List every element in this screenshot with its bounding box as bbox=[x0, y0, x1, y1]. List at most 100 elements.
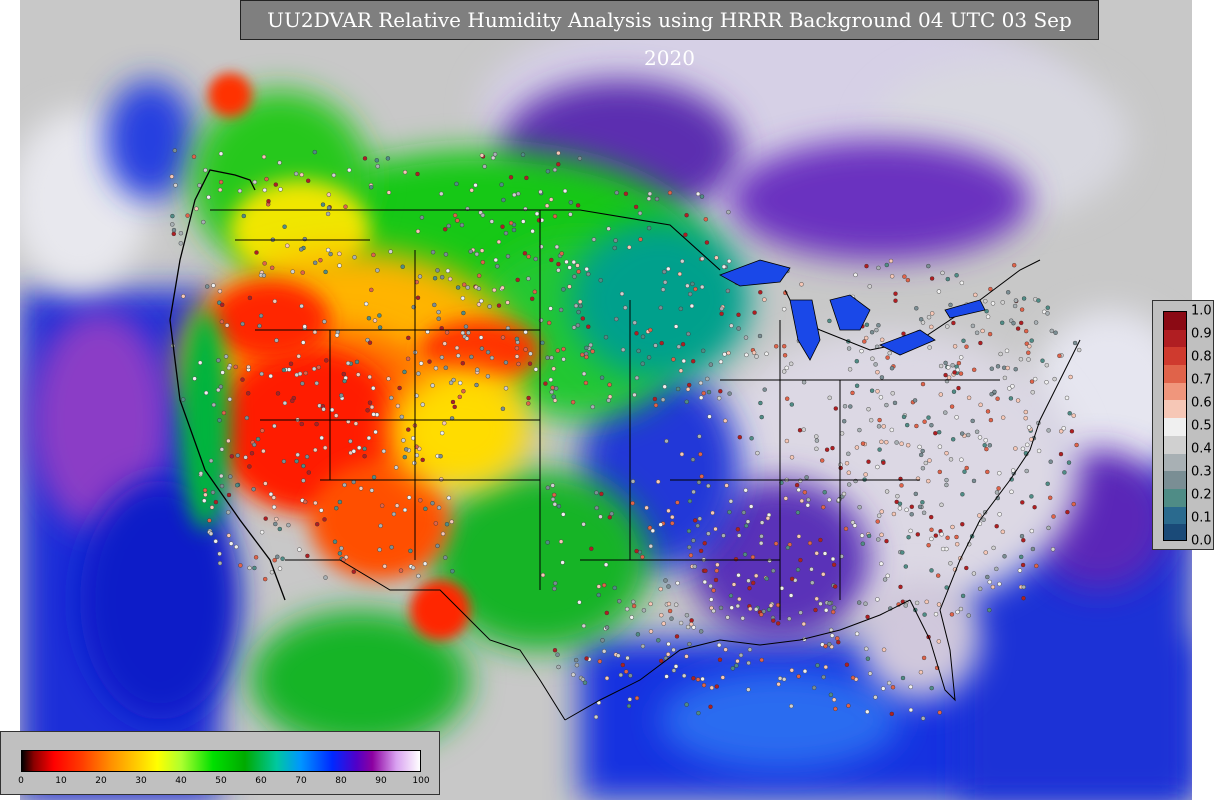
station-dot bbox=[959, 457, 964, 462]
station-dot bbox=[458, 380, 463, 386]
station-dot bbox=[879, 561, 884, 566]
station-dot bbox=[545, 355, 550, 360]
station-dot bbox=[960, 522, 965, 527]
station-dot bbox=[906, 443, 911, 448]
station-dot bbox=[854, 631, 860, 636]
station-dot bbox=[280, 556, 285, 561]
station-dot bbox=[234, 483, 240, 488]
station-dot bbox=[1023, 409, 1028, 415]
station-dot bbox=[795, 567, 801, 572]
station-dot bbox=[1046, 428, 1051, 433]
station-dot bbox=[371, 412, 376, 417]
station-dot bbox=[241, 213, 247, 219]
station-dot bbox=[674, 602, 679, 607]
station-dot bbox=[550, 483, 555, 488]
station-dot bbox=[465, 285, 470, 290]
station-dot bbox=[580, 316, 585, 321]
station-dot bbox=[951, 320, 956, 326]
station-dot bbox=[415, 171, 420, 177]
station-dot bbox=[598, 514, 603, 519]
station-dot bbox=[748, 606, 753, 612]
station-dot bbox=[711, 588, 716, 593]
station-dot bbox=[612, 245, 617, 251]
station-dot bbox=[347, 167, 352, 173]
station-dot bbox=[1071, 413, 1076, 418]
station-dot bbox=[958, 606, 964, 612]
station-dot bbox=[966, 613, 971, 618]
station-dot bbox=[864, 646, 869, 651]
station-dot bbox=[929, 536, 934, 542]
station-dot bbox=[854, 445, 860, 450]
station-dot bbox=[621, 347, 626, 352]
station-dot bbox=[303, 370, 308, 376]
station-dot bbox=[879, 439, 884, 444]
station-dot bbox=[920, 500, 925, 505]
station-dot bbox=[839, 431, 845, 436]
station-dot bbox=[922, 612, 927, 617]
station-dot bbox=[319, 508, 324, 513]
station-dot bbox=[219, 302, 225, 307]
station-dot bbox=[685, 624, 691, 630]
station-dot bbox=[297, 547, 302, 552]
station-dot bbox=[889, 427, 894, 433]
station-dot bbox=[670, 521, 675, 526]
station-dot bbox=[990, 584, 996, 590]
station-dot bbox=[821, 505, 826, 510]
station-dot bbox=[699, 194, 705, 199]
station-dot bbox=[827, 318, 832, 324]
station-dot bbox=[895, 494, 900, 499]
map-title: UU2DVAR Relative Humidity Analysis using… bbox=[240, 0, 1099, 70]
station-dot bbox=[381, 449, 386, 454]
station-dot bbox=[406, 427, 411, 432]
station-dot bbox=[939, 532, 944, 537]
station-dot bbox=[446, 223, 451, 229]
station-dot bbox=[658, 305, 663, 310]
station-dot bbox=[983, 438, 988, 443]
station-dot bbox=[282, 224, 287, 229]
station-dot bbox=[901, 331, 906, 336]
station-dot bbox=[874, 327, 879, 333]
station-dot bbox=[708, 583, 713, 589]
station-dot bbox=[496, 303, 502, 308]
station-dot bbox=[550, 385, 555, 390]
station-dot bbox=[549, 197, 554, 202]
station-dot bbox=[671, 357, 676, 362]
station-dot bbox=[926, 315, 932, 320]
station-dot bbox=[952, 370, 957, 375]
station-dot bbox=[415, 295, 421, 300]
station-dot bbox=[173, 183, 178, 188]
station-dot bbox=[691, 676, 696, 681]
station-dot bbox=[290, 398, 295, 403]
station-dot bbox=[818, 537, 823, 543]
station-dot bbox=[1072, 340, 1078, 346]
station-dot bbox=[326, 205, 332, 211]
station-dot bbox=[755, 450, 760, 456]
station-dot bbox=[831, 562, 837, 567]
station-dot bbox=[584, 354, 589, 360]
map-canvas bbox=[20, 0, 1192, 800]
station-dot bbox=[945, 276, 950, 282]
station-dot bbox=[846, 703, 851, 708]
station-dot bbox=[725, 288, 731, 294]
station-dot bbox=[684, 702, 689, 707]
station-dot bbox=[789, 576, 795, 582]
station-dot bbox=[1024, 468, 1029, 474]
station-dot bbox=[997, 581, 1002, 587]
station-dot bbox=[998, 351, 1003, 357]
station-dot bbox=[218, 151, 224, 156]
station-dot bbox=[749, 504, 754, 509]
station-dot bbox=[850, 390, 855, 396]
station-dot bbox=[203, 492, 208, 497]
rh-tick-label: 70 bbox=[295, 776, 307, 786]
station-dot bbox=[459, 222, 465, 228]
station-dot bbox=[334, 413, 339, 418]
station-dot bbox=[217, 561, 223, 566]
station-dot bbox=[921, 655, 927, 661]
station-dot bbox=[593, 714, 599, 720]
station-dot bbox=[474, 251, 479, 257]
station-dot bbox=[573, 303, 579, 308]
station-dot bbox=[408, 548, 413, 554]
station-dot bbox=[797, 428, 803, 433]
station-dot bbox=[1032, 505, 1037, 510]
station-dot bbox=[876, 265, 881, 271]
